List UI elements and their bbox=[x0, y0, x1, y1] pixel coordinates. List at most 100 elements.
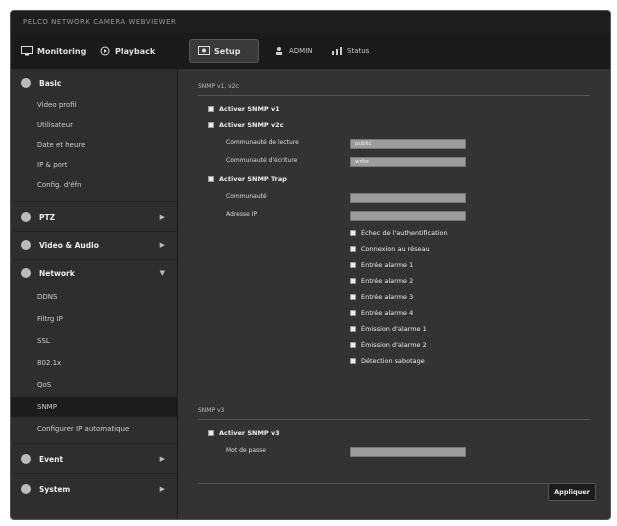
monitoring-button[interactable]: Monitoring bbox=[21, 39, 86, 63]
app-window: PELCO NETWORK CAMERA WEBVIEWER Monitorin… bbox=[10, 10, 611, 520]
monitoring-label: Monitoring bbox=[37, 46, 87, 56]
trap-option-alarm-out-2[interactable]: Émission d'alarme 2 bbox=[350, 341, 427, 349]
sidebar-item-event[interactable]: Event ▶ bbox=[11, 449, 177, 469]
playback-button[interactable]: Playback bbox=[99, 39, 155, 63]
checkbox-icon bbox=[350, 326, 356, 332]
sidebar-item-ip-port[interactable]: IP & port bbox=[11, 155, 177, 175]
enable-snmp-v2c-label: Activer SNMP v2c bbox=[219, 121, 284, 129]
sidebar-item-system[interactable]: System ▶ bbox=[11, 479, 177, 499]
basic-icon bbox=[21, 78, 31, 88]
enable-snmp-v2c-checkbox[interactable]: Activer SNMP v2c bbox=[208, 121, 284, 129]
write-community-input[interactable]: write bbox=[350, 157, 466, 167]
sidebar-item-video-audio[interactable]: Video & Audio ▶ bbox=[11, 235, 177, 255]
sidebar-divider bbox=[11, 443, 177, 444]
sidebar-item-screen-config[interactable]: Config. d'éfn bbox=[11, 175, 177, 195]
sidebar-item-8021x[interactable]: 802.1x bbox=[11, 353, 177, 373]
admin-button[interactable]: ADMIN bbox=[273, 39, 313, 63]
snmp-v3-password-input[interactable] bbox=[350, 447, 466, 457]
sidebar-item-ddns[interactable]: DDNS bbox=[11, 287, 177, 307]
setup-icon bbox=[198, 46, 210, 55]
trap-option-label: Entrée alarme 4 bbox=[361, 309, 414, 317]
section-divider bbox=[198, 95, 590, 96]
sidebar-item-ptz[interactable]: PTZ ▶ bbox=[11, 207, 177, 227]
sidebar-item-ip-filter[interactable]: Filtrg IP bbox=[11, 309, 177, 329]
trap-option-network-connect[interactable]: Connexion au réseau bbox=[350, 245, 430, 253]
network-icon bbox=[21, 268, 31, 278]
sidebar-item-user[interactable]: Utilisateur bbox=[11, 115, 177, 135]
sidebar-item-network[interactable]: Network ▼ bbox=[11, 263, 177, 283]
sidebar-item-label: DDNS bbox=[37, 293, 58, 301]
video-audio-icon bbox=[21, 240, 31, 250]
sidebar-item-label: QoS bbox=[37, 381, 52, 389]
enable-snmp-trap-checkbox[interactable]: Activer SNMP Trap bbox=[208, 175, 287, 183]
setup-button[interactable]: Setup bbox=[189, 39, 259, 63]
chevron-right-icon: ▶ bbox=[159, 213, 165, 221]
enable-snmp-trap-label: Activer SNMP Trap bbox=[219, 175, 287, 183]
enable-snmp-v3-checkbox[interactable]: Activer SNMP v3 bbox=[208, 429, 280, 437]
sidebar-video-audio-label: Video & Audio bbox=[39, 240, 99, 250]
sidebar-item-label: Date et heure bbox=[37, 141, 86, 149]
playback-label: Playback bbox=[115, 46, 156, 56]
trap-option-label: Échec de l'authentification bbox=[361, 229, 448, 237]
admin-label: ADMIN bbox=[289, 47, 313, 55]
enable-snmp-v1-checkbox[interactable]: Activer SNMP v1 bbox=[208, 105, 280, 113]
sidebar-item-snmp[interactable]: SNMP bbox=[11, 397, 177, 417]
sidebar-basic-label: Basic bbox=[39, 78, 62, 88]
trap-option-alarm-out-1[interactable]: Émission d'alarme 1 bbox=[350, 325, 427, 333]
snmp-v3-password-label: Mot de passe bbox=[226, 447, 266, 454]
sidebar-item-video-profile[interactable]: Video profil bbox=[11, 95, 177, 115]
sidebar-item-label: Utilisateur bbox=[37, 121, 74, 129]
system-icon bbox=[21, 484, 31, 494]
user-icon bbox=[276, 47, 282, 55]
setup-label: Setup bbox=[214, 46, 241, 56]
status-button[interactable]: Status bbox=[331, 39, 369, 63]
trap-option-label: Entrée alarme 1 bbox=[361, 261, 414, 269]
checkbox-icon bbox=[350, 310, 356, 316]
trap-option-auth-failure[interactable]: Échec de l'authentification bbox=[350, 229, 448, 237]
trap-option-label: Détection sabotage bbox=[361, 357, 425, 365]
sidebar-divider bbox=[11, 259, 177, 260]
chevron-right-icon: ▶ bbox=[159, 485, 165, 493]
trap-ip-input[interactable] bbox=[350, 211, 466, 221]
sidebar-event-label: Event bbox=[39, 454, 64, 464]
apply-button[interactable]: Appliquer bbox=[548, 483, 596, 501]
sidebar-item-auto-ip[interactable]: Configurer IP automatique bbox=[11, 419, 177, 439]
monitor-icon bbox=[21, 46, 33, 56]
sidebar-item-qos[interactable]: QoS bbox=[11, 375, 177, 395]
trap-option-tamper[interactable]: Détection sabotage bbox=[350, 357, 425, 365]
sidebar-item-basic[interactable]: Basic bbox=[11, 73, 177, 93]
sidebar-system-label: System bbox=[39, 484, 71, 494]
trap-option-alarm-in-2[interactable]: Entrée alarme 2 bbox=[350, 277, 413, 285]
sidebar: Basic Video profil Utilisateur Date et h… bbox=[11, 69, 178, 519]
trap-option-alarm-in-1[interactable]: Entrée alarme 1 bbox=[350, 261, 413, 269]
sidebar-item-label: Configurer IP automatique bbox=[37, 425, 130, 433]
sidebar-item-label: 802.1x bbox=[37, 359, 62, 367]
enable-snmp-v1-label: Activer SNMP v1 bbox=[219, 105, 280, 113]
main-content: SNMP v1, v2c Activer SNMP v1 Activer SNM… bbox=[178, 69, 610, 519]
sidebar-item-ssl[interactable]: SSL bbox=[11, 331, 177, 351]
sidebar-item-label: Config. d'éfn bbox=[37, 181, 82, 189]
checkbox-icon bbox=[208, 122, 214, 128]
chevron-right-icon: ▶ bbox=[159, 241, 165, 249]
trap-option-label: Connexion au réseau bbox=[361, 245, 430, 253]
snmp-v1-v2c-title: SNMP v1, v2c bbox=[198, 83, 239, 90]
trap-option-alarm-in-3[interactable]: Entrée alarme 3 bbox=[350, 293, 413, 301]
write-community-label: Communauté d'écriture bbox=[226, 157, 298, 164]
trap-option-alarm-in-4[interactable]: Entrée alarme 4 bbox=[350, 309, 413, 317]
event-icon bbox=[21, 454, 31, 464]
checkbox-icon bbox=[350, 358, 356, 364]
checkbox-icon bbox=[350, 230, 356, 236]
sidebar-item-date-time[interactable]: Date et heure bbox=[11, 135, 177, 155]
status-icon bbox=[332, 47, 342, 55]
sidebar-item-label: SSL bbox=[37, 337, 50, 345]
checkbox-icon bbox=[208, 430, 214, 436]
trap-option-label: Entrée alarme 3 bbox=[361, 293, 414, 301]
sidebar-item-label: IP & port bbox=[37, 161, 68, 169]
trap-community-input[interactable] bbox=[350, 193, 466, 203]
window-title: PELCO NETWORK CAMERA WEBVIEWER bbox=[11, 11, 610, 33]
read-community-input[interactable]: public bbox=[350, 139, 466, 149]
sidebar-item-label: Video profil bbox=[37, 101, 77, 109]
section-divider bbox=[198, 419, 590, 420]
checkbox-icon bbox=[350, 342, 356, 348]
chevron-down-icon: ▼ bbox=[159, 269, 165, 277]
